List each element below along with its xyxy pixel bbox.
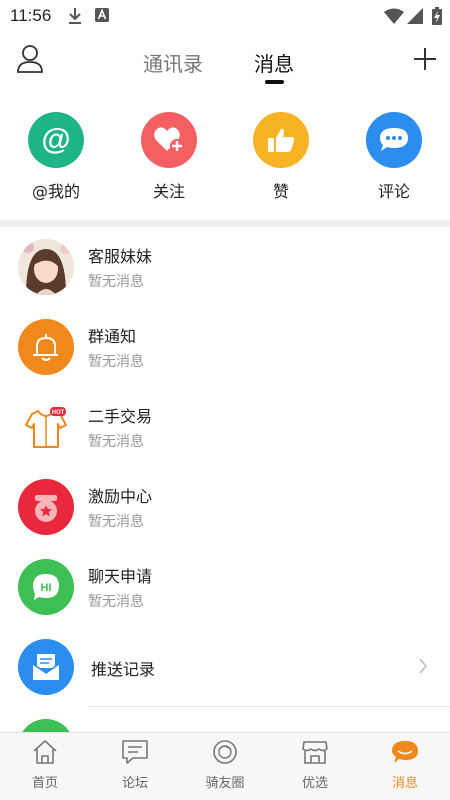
list-item-title: 推送记录 bbox=[91, 660, 156, 679]
quick-actions: @ @我的 关注 赞 评论 bbox=[0, 104, 450, 208]
home-icon bbox=[33, 740, 57, 764]
incentive-icon bbox=[18, 479, 74, 535]
svg-text:HI: HI bbox=[41, 582, 52, 594]
quick-action-comments[interactable]: 评论 bbox=[349, 112, 439, 202]
list-item-subtitle: 暂无消息 bbox=[88, 594, 144, 610]
tab-messages[interactable]: 消息 bbox=[254, 48, 294, 77]
list-item-second-hand[interactable]: HOT 二手交易 暂无消息 bbox=[0, 387, 450, 467]
nav-moments[interactable]: 骑友圈 bbox=[190, 739, 260, 791]
list-item-incentive-center[interactable]: 激励中心 暂无消息 bbox=[0, 467, 450, 547]
shirt-hot-icon: HOT bbox=[18, 399, 74, 455]
cellular-signal-icon bbox=[407, 8, 423, 24]
forum-icon bbox=[122, 740, 148, 764]
quick-action-label: @我的 bbox=[31, 182, 80, 201]
comment-icon bbox=[366, 112, 422, 168]
message-icon bbox=[392, 741, 418, 763]
nav-label: 优选 bbox=[301, 776, 328, 791]
app-notification-icon bbox=[95, 8, 109, 22]
add-button[interactable] bbox=[413, 47, 437, 71]
quick-action-label: 赞 bbox=[272, 182, 289, 201]
nav-messages[interactable]: 消息 bbox=[370, 739, 440, 791]
list-item-push-records[interactable]: 推送记录 bbox=[0, 627, 450, 707]
chevron-right-icon bbox=[419, 658, 428, 674]
nav-label: 首页 bbox=[31, 776, 58, 791]
at-icon: @ bbox=[28, 112, 84, 168]
profile-button[interactable] bbox=[16, 44, 44, 74]
list-item-subtitle: 暂无消息 bbox=[88, 514, 144, 530]
nav-featured[interactable]: 优选 bbox=[280, 739, 350, 791]
battery-charging-icon bbox=[432, 7, 442, 25]
moments-icon bbox=[213, 740, 237, 764]
shop-icon bbox=[302, 741, 328, 764]
quick-action-label: 评论 bbox=[377, 182, 410, 201]
list-item-customer-service[interactable]: 客服妹妹 暂无消息 bbox=[0, 227, 450, 307]
header: 通讯录 消息 bbox=[0, 32, 450, 94]
customer-service-avatar bbox=[18, 239, 74, 295]
svg-text:HOT: HOT bbox=[52, 410, 65, 416]
hi-chat-icon: HI bbox=[18, 559, 74, 615]
list-item-title: 客服妹妹 bbox=[88, 247, 153, 266]
download-icon bbox=[69, 8, 81, 24]
list-item-title: 聊天申请 bbox=[88, 567, 153, 586]
wifi-icon bbox=[384, 8, 404, 24]
quick-action-mentions[interactable]: @ @我的 bbox=[11, 112, 101, 202]
list-item-subtitle: 暂无消息 bbox=[88, 354, 144, 370]
list-item-chat-requests[interactable]: HI 聊天申请 暂无消息 bbox=[0, 547, 450, 627]
nav-label: 消息 bbox=[391, 776, 418, 791]
push-envelope-icon bbox=[18, 639, 74, 695]
nav-forum[interactable]: 论坛 bbox=[100, 739, 170, 791]
list-item-subtitle: 暂无消息 bbox=[88, 434, 144, 450]
active-tab-indicator bbox=[265, 80, 284, 84]
bottom-navigation: 首页 论坛 骑友圈 优选 消息 bbox=[0, 732, 450, 800]
list-item-subtitle: 暂无消息 bbox=[88, 274, 144, 290]
heart-plus-icon bbox=[141, 112, 197, 168]
bell-icon bbox=[18, 319, 74, 375]
status-time: 11:56 bbox=[10, 6, 52, 25]
list-item-group-notifications[interactable]: 群通知 暂无消息 bbox=[0, 307, 450, 387]
list-item-title: 激励中心 bbox=[88, 487, 153, 506]
quick-action-follow[interactable]: 关注 bbox=[124, 112, 214, 202]
nav-home[interactable]: 首页 bbox=[10, 739, 80, 791]
thumbs-up-icon bbox=[253, 112, 309, 168]
quick-action-likes[interactable]: 赞 bbox=[236, 112, 326, 202]
quick-action-label: 关注 bbox=[152, 182, 185, 201]
list-item-title: 群通知 bbox=[88, 327, 137, 346]
section-divider bbox=[0, 220, 450, 227]
nav-label: 论坛 bbox=[121, 776, 148, 791]
list-item-title: 二手交易 bbox=[88, 407, 153, 426]
green-circle-icon bbox=[18, 719, 74, 732]
status-bar: 11:56 bbox=[0, 0, 450, 32]
tab-contacts[interactable]: 通讯录 bbox=[143, 48, 203, 77]
list-item-partial[interactable] bbox=[0, 707, 450, 732]
nav-label: 骑友圈 bbox=[205, 776, 245, 791]
